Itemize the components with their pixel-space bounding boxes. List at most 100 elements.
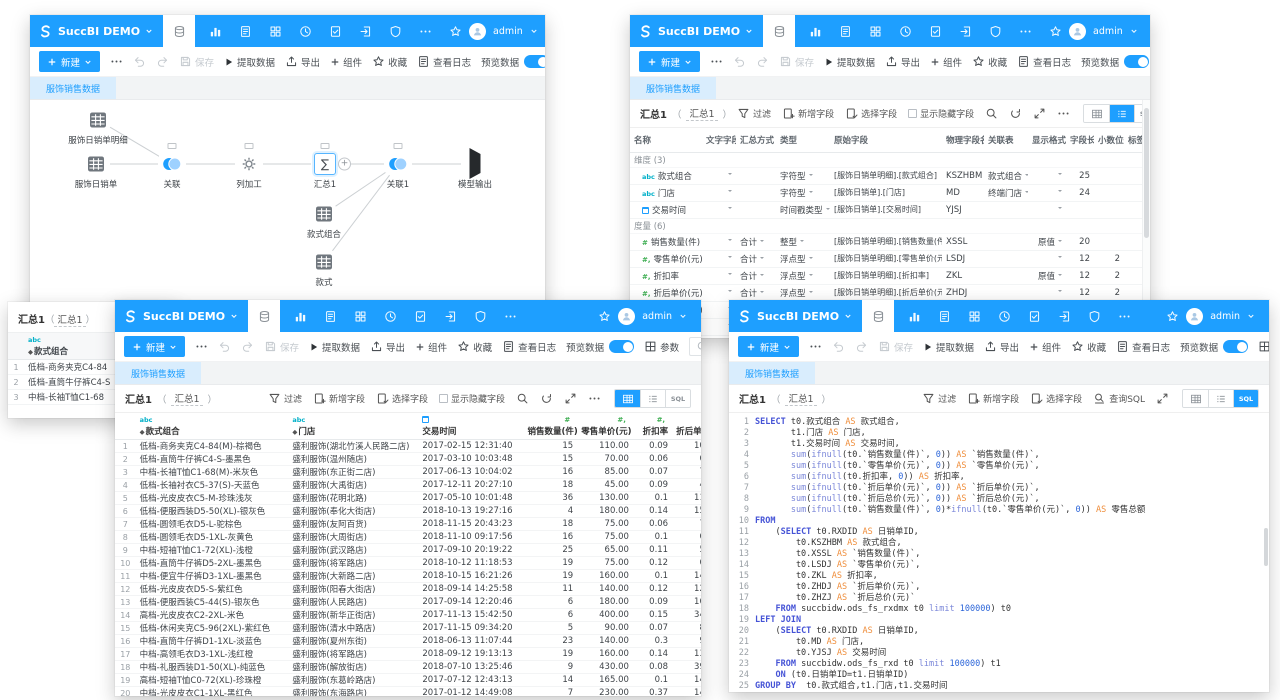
redo-button[interactable] <box>241 340 254 353</box>
new-button[interactable]: 新建 <box>39 51 100 72</box>
type-dropdown[interactable]: 浮点型 <box>776 284 830 301</box>
undo-button[interactable] <box>133 55 146 68</box>
avatar[interactable] <box>1186 308 1203 325</box>
extract-data-button[interactable]: 提取数据 <box>824 55 875 69</box>
integration-icon[interactable] <box>1058 310 1071 323</box>
view-grid-button[interactable] <box>1183 390 1208 407</box>
view-log-button[interactable]: 查看日志 <box>502 340 556 354</box>
favorite-button[interactable]: 收藏 <box>372 55 407 69</box>
related-table-dropdown[interactable] <box>984 201 1028 218</box>
chevron-down-icon[interactable] <box>530 27 538 35</box>
export-button[interactable]: 导出 <box>885 55 920 69</box>
aggregation-dropdown[interactable]: 合计 <box>736 233 776 250</box>
flow-node-款式[interactable] <box>313 251 335 273</box>
undo-button[interactable] <box>832 340 845 353</box>
clock-icon[interactable] <box>384 310 397 323</box>
toggle-on[interactable] <box>524 55 545 68</box>
dataset-alias-input[interactable]: 汇总1 <box>171 391 202 406</box>
tab-apparel-sales-data[interactable]: 服饰销售数据 <box>115 362 201 384</box>
more-icon[interactable] <box>504 310 517 323</box>
redo-button[interactable] <box>855 340 868 353</box>
params-button[interactable]: 参数 <box>644 340 679 354</box>
app-logo[interactable]: SuccBI DEMO <box>115 300 248 332</box>
app-logo[interactable]: SuccBI DEMO <box>30 15 163 47</box>
save-button[interactable]: 保存 <box>264 340 299 354</box>
redo-button[interactable] <box>756 55 769 68</box>
flow-node-服饰日销单[interactable] <box>85 153 107 175</box>
shield-icon[interactable] <box>1088 310 1101 323</box>
type-dropdown[interactable]: 字符型 <box>776 184 830 201</box>
display-format-dropdown[interactable]: 原值 <box>1028 233 1066 250</box>
bar-chart-icon[interactable] <box>294 310 307 323</box>
add-field-button[interactable]: 新增字段 <box>782 107 834 120</box>
tab-apparel-sales-data[interactable]: 服饰销售数据 <box>30 77 116 99</box>
view-list-button[interactable] <box>1208 390 1233 407</box>
extract-data-button[interactable]: 提取数据 <box>923 340 974 354</box>
avatar[interactable] <box>618 308 635 325</box>
new-button[interactable]: 新建 <box>124 336 185 357</box>
integration-icon[interactable] <box>444 310 457 323</box>
related-table-dropdown[interactable] <box>984 284 1028 301</box>
dataset-alias-input[interactable]: 汇总1 <box>54 315 85 327</box>
expand-button[interactable] <box>1033 107 1046 120</box>
display-format-dropdown[interactable] <box>1028 201 1066 218</box>
aggregation-dropdown[interactable] <box>736 167 776 184</box>
database-icon[interactable] <box>258 310 271 323</box>
show-hidden-fields-checkbox[interactable]: 显示隐藏字段 <box>439 392 505 405</box>
type-dropdown[interactable]: 浮点型 <box>776 267 830 284</box>
filter-button[interactable]: 过滤 <box>268 392 302 405</box>
component-button[interactable]: 组件 <box>330 55 362 69</box>
view-list-button[interactable] <box>640 390 665 407</box>
flow-node-列加工[interactable] <box>239 154 260 175</box>
shield-icon[interactable] <box>389 25 402 38</box>
favorite-button[interactable]: 收藏 <box>972 55 1007 69</box>
more-button[interactable] <box>195 340 208 353</box>
flow-node-汇总1[interactable]: ∑ <box>313 152 337 176</box>
dataset-alias-input[interactable]: 汇总1 <box>785 391 816 406</box>
add-node-button[interactable]: + <box>338 158 351 171</box>
redo-button[interactable] <box>156 55 169 68</box>
clock-icon[interactable] <box>998 310 1011 323</box>
more-icon[interactable] <box>419 25 432 38</box>
more-button[interactable] <box>110 55 123 68</box>
bar-chart-icon[interactable] <box>809 25 822 38</box>
display-format-dropdown[interactable] <box>1028 250 1066 267</box>
component-button[interactable]: 组件 <box>415 340 447 354</box>
search-input[interactable]: 搜索文件 <box>689 337 701 356</box>
export-button[interactable]: 导出 <box>984 340 1019 354</box>
related-table-dropdown[interactable] <box>984 250 1028 267</box>
view-sql-button[interactable]: SQL <box>665 390 690 407</box>
tab-apparel-sales-data[interactable]: 服饰销售数据 <box>729 362 815 384</box>
database-icon[interactable] <box>872 310 885 323</box>
more-icon[interactable] <box>1118 310 1131 323</box>
tasks-icon[interactable] <box>414 310 427 323</box>
text-field-dropdown[interactable] <box>702 250 736 267</box>
more-button[interactable] <box>710 55 723 68</box>
more-button[interactable] <box>1057 107 1070 120</box>
refresh-button[interactable] <box>540 392 553 405</box>
shield-icon[interactable] <box>989 25 1002 38</box>
document-icon[interactable] <box>839 25 852 38</box>
params-button[interactable]: 参数 <box>1258 340 1269 354</box>
show-hidden-fields-checkbox[interactable]: 显示隐藏字段 <box>908 107 974 120</box>
type-dropdown[interactable]: 整型 <box>776 233 830 250</box>
apps-icon[interactable] <box>968 310 981 323</box>
text-field-dropdown[interactable] <box>702 267 736 284</box>
favorite-button[interactable]: 收藏 <box>457 340 492 354</box>
view-grid-button[interactable] <box>1084 105 1109 122</box>
database-icon[interactable] <box>173 25 186 38</box>
more-button[interactable] <box>809 340 822 353</box>
select-fields-button[interactable]: 选择字段 <box>1030 392 1082 405</box>
apps-icon[interactable] <box>269 25 282 38</box>
aggregation-dropdown[interactable]: 合计 <box>736 250 776 267</box>
chevron-down-icon[interactable] <box>1247 312 1255 320</box>
app-logo[interactable]: SuccBI DEMO <box>630 15 763 47</box>
flow-node-服饰日销单明细[interactable] <box>87 109 109 131</box>
database-icon[interactable] <box>773 25 786 38</box>
view-log-button[interactable]: 查看日志 <box>1017 55 1071 69</box>
clock-icon[interactable] <box>299 25 312 38</box>
related-table-dropdown[interactable] <box>984 233 1028 250</box>
bar-chart-icon[interactable] <box>908 310 921 323</box>
new-button[interactable]: 新建 <box>639 51 700 72</box>
integration-icon[interactable] <box>359 25 372 38</box>
